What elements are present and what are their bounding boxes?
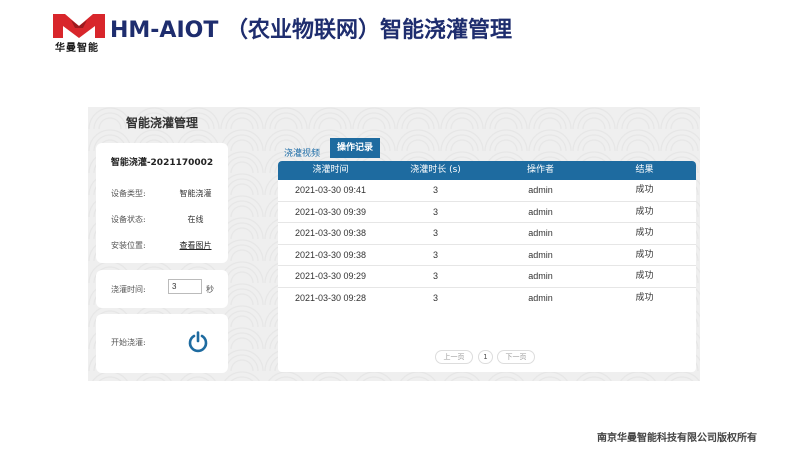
tab-operation-log[interactable]: 操作记录	[330, 138, 380, 158]
device-type-value: 智能浇灌	[179, 189, 212, 198]
page-title: HM-AIOT （农业物联网）智能浇灌管理	[110, 18, 513, 43]
cell-operator: admin	[528, 206, 553, 217]
cell-duration: 3	[432, 249, 438, 260]
table-row: 2021-03-30 09:39 3 admin 成功	[278, 202, 696, 224]
cell-time: 2021-03-30 09:38	[294, 249, 367, 260]
cell-result: 成功	[635, 228, 654, 239]
cell-operator: admin	[528, 249, 553, 260]
device-type-label: 设备类型:	[111, 189, 146, 198]
cell-duration: 3	[432, 206, 438, 217]
device-info-card: 智能浇灌-2021170002 设备类型: 智能浇灌 设备状态: 在线 安装位置…	[96, 143, 228, 263]
device-name: 智能浇灌-2021170002	[110, 158, 214, 168]
cell-duration: 3	[432, 271, 438, 282]
cell-duration: 3	[432, 293, 438, 303]
copyright-text: 南京华曼智能科技有限公司版权所有	[597, 433, 757, 444]
column-header-time: 浇灌时间	[312, 165, 349, 175]
column-header-result: 结果	[635, 165, 654, 175]
power-icon[interactable]	[188, 331, 208, 353]
pager-prev-button[interactable]: 上一页	[435, 350, 473, 364]
irrigation-panel: 智能浇灌管理 智能浇灌-2021170002 设备类型: 智能浇灌 设备状态: …	[88, 107, 700, 381]
cell-result: 成功	[635, 249, 654, 260]
cell-operator: admin	[528, 293, 553, 303]
cell-operator: admin	[528, 228, 553, 239]
cell-time: 2021-03-30 09:38	[294, 228, 367, 239]
irrigation-time-card: 浇灌时间: 秒	[96, 270, 228, 308]
pager-next-button[interactable]: 下一页	[497, 350, 535, 364]
table-row: 2021-03-30 09:38 3 admin 成功	[278, 245, 696, 267]
cell-duration: 3	[432, 228, 438, 239]
panel-title: 智能浇灌管理	[126, 116, 199, 130]
cell-time: 2021-03-30 09:41	[294, 185, 367, 195]
hm-logo-icon	[53, 14, 105, 38]
column-header-duration: 浇灌时长 (s)	[410, 165, 461, 175]
start-irrigation-card: 开始浇灌:	[96, 314, 228, 373]
cell-time: 2021-03-30 09:28	[294, 293, 367, 303]
install-location-label: 安装位置:	[111, 241, 146, 250]
cell-operator: admin	[528, 185, 553, 195]
cell-operator: admin	[528, 271, 553, 282]
table-row: 2021-03-30 09:29 3 admin 成功	[278, 266, 696, 288]
table-row: 2021-03-30 09:38 3 admin 成功	[278, 223, 696, 245]
cell-result: 成功	[635, 185, 654, 195]
table-header: 浇灌时间 浇灌时长 (s) 操作者 结果	[278, 161, 696, 180]
start-irrigation-label: 开始浇灌:	[111, 338, 146, 347]
cell-result: 成功	[635, 293, 654, 303]
cell-duration: 3	[432, 185, 438, 195]
table-row: 2021-03-30 09:28 3 admin 成功	[278, 288, 696, 310]
operation-log-table: 浇灌时间 浇灌时长 (s) 操作者 结果 2021-03-30 09:41 3 …	[278, 161, 696, 372]
irrigation-time-label: 浇灌时间:	[111, 285, 146, 294]
cell-time: 2021-03-30 09:39	[294, 206, 367, 217]
device-status-label: 设备状态:	[111, 215, 146, 224]
view-picture-link[interactable]: 查看图片	[180, 241, 212, 250]
table-row: 2021-03-30 09:41 3 admin 成功	[278, 180, 696, 202]
device-status-value: 在线	[187, 215, 204, 224]
tab-irrigation-video[interactable]: 浇灌视频	[284, 146, 320, 159]
cell-result: 成功	[635, 271, 654, 282]
pager-page-1[interactable]: 1	[478, 350, 493, 364]
cell-time: 2021-03-30 09:29	[294, 271, 367, 282]
company-logo: 华曼智能	[53, 14, 105, 54]
irrigation-time-unit: 秒	[206, 285, 214, 294]
irrigation-time-input[interactable]	[168, 279, 202, 294]
cell-result: 成功	[635, 206, 654, 217]
column-header-operator: 操作者	[526, 165, 554, 175]
logo-brand-text: 华曼智能	[55, 43, 99, 54]
